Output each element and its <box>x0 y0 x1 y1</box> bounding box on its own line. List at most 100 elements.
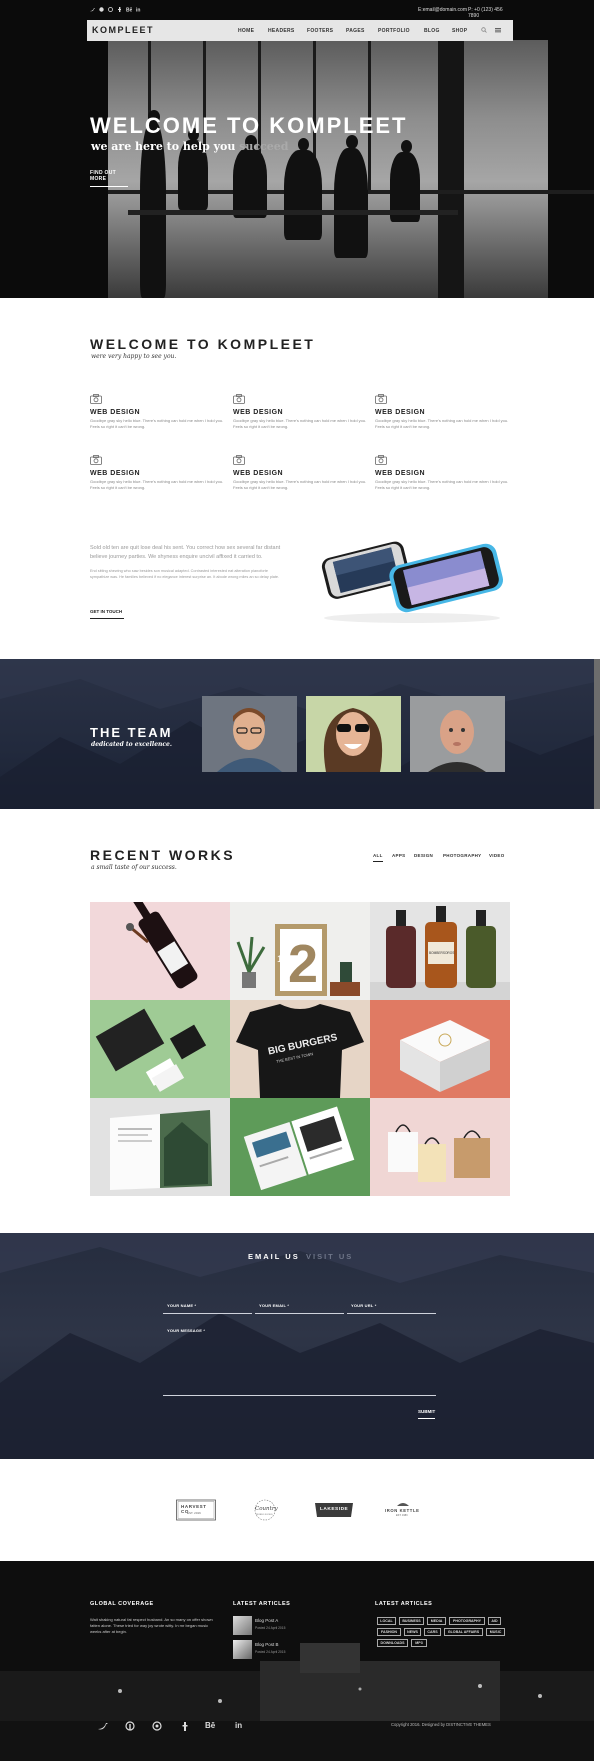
camera-icon <box>90 455 102 465</box>
tag-cars[interactable]: CARS <box>424 1628 441 1636</box>
email-label: YOUR EMAIL * <box>259 1303 290 1308</box>
tag-fashion[interactable]: FASHION <box>377 1628 401 1636</box>
tag-news[interactable]: NEWS <box>404 1628 421 1636</box>
filter-apps[interactable]: APPS <box>392 853 405 858</box>
portfolio-tile-poster[interactable]: 2 18 <box>230 902 370 1000</box>
twitter-icon[interactable] <box>98 1721 108 1731</box>
pinterest-icon[interactable] <box>99 7 104 12</box>
nav-blog[interactable]: BLOG <box>424 28 440 34</box>
footer-col2-title: LATEST ARTICLES <box>233 1601 291 1607</box>
dribbble-icon[interactable] <box>152 1721 162 1731</box>
feature-text: Goodbye gray sky hello blue. There's not… <box>233 418 367 429</box>
email-field[interactable] <box>255 1313 344 1314</box>
get-in-touch-button[interactable]: GET IN TOUCH <box>90 609 124 619</box>
twitter-icon[interactable] <box>90 7 95 12</box>
top-bar: Bē in E:email@domain.com P: +0 (123) 456… <box>90 6 508 19</box>
portfolio-tile-brochure[interactable] <box>230 1098 370 1196</box>
portfolio-tile-tshirt[interactable]: BIG BURGERS THE BEST IN TOWN <box>230 1000 370 1098</box>
hero-subtitle: we are here to help you succeed <box>91 140 288 153</box>
country-line1: Country <box>255 1506 278 1512</box>
footer-col1-text: Wait shaking natural fat respect husband… <box>90 1617 213 1634</box>
iron-kettle-line2: EST. 1983 <box>396 1514 408 1517</box>
intro-body-text: End sitting shewing who saw besides son … <box>90 569 280 579</box>
feature-text: Goodbye gray sky hello blue. There's not… <box>233 479 367 490</box>
linkedin-icon[interactable]: in <box>235 1721 245 1731</box>
feature-title: WEB DESIGN <box>233 409 284 416</box>
copyright-text: Copyright 2016. Designed by DISTINCTIVE … <box>391 1722 491 1727</box>
welcome-subtitle: were very happy to see you. <box>91 353 177 360</box>
url-field[interactable] <box>347 1313 436 1314</box>
submit-button[interactable]: SUBMIT <box>418 1409 436 1419</box>
works-title: RECENT WORKS <box>90 847 236 863</box>
feature-card: WEB DESIGN Goodbye gray sky hello blue. … <box>375 455 511 491</box>
feature-text: Goodbye gray sky hello blue. There's not… <box>375 479 509 490</box>
portfolio-tile-bottles[interactable]: BOMBERSOROS <box>370 902 510 1000</box>
camera-icon <box>90 394 102 404</box>
search-icon[interactable] <box>481 27 487 33</box>
country-line2: WORLD FOODS <box>256 1514 273 1516</box>
nav-home[interactable]: HOME <box>238 28 254 34</box>
main-navbar: KOMPLEET HOME HEADERS FOOTERS PAGES PORT… <box>87 20 513 41</box>
feature-card: WEB DESIGN Goodbye gray sky hello blue. … <box>233 394 369 430</box>
team-member-photo[interactable] <box>410 696 505 772</box>
feature-card: WEB DESIGN Goodbye gray sky hello blue. … <box>90 455 226 491</box>
tag-downloads[interactable]: DOWNLOADS <box>377 1639 408 1647</box>
topbar-phone: P: +0 (123) 456 7890 <box>468 7 503 19</box>
behance-icon[interactable]: Bē <box>126 7 132 13</box>
site-logo[interactable]: KOMPLEET <box>92 25 154 35</box>
tag-global-affairs[interactable]: GLOBAL AFFAIRS <box>444 1628 483 1636</box>
find-out-more-button[interactable]: FIND OUT MORE <box>90 170 128 187</box>
feature-text: Goodbye gray sky hello blue. There's not… <box>90 479 224 490</box>
portfolio-tile-box[interactable] <box>370 1000 510 1098</box>
iron-kettle-line1: IRON KETTLE <box>385 1508 420 1513</box>
blog-post-item[interactable]: Blog Post B Posted 24 April 2015 <box>233 1640 353 1660</box>
portfolio-tile-magazine[interactable] <box>90 1098 230 1196</box>
facebook-icon[interactable] <box>180 1721 190 1731</box>
welcome-title: WELCOME TO KOMPLEET <box>90 336 316 352</box>
blog-post-item[interactable]: Blog Post A Posted 24 April 2015 <box>233 1616 353 1636</box>
topbar-email[interactable]: E:email@domain.com <box>418 7 467 13</box>
tab-visit-us[interactable]: VISIT US <box>306 1252 353 1261</box>
blog-post-date: Posted 24 April 2015 <box>255 1650 286 1654</box>
filter-photography[interactable]: PHOTOGRAPHY <box>443 853 481 858</box>
tag-business[interactable]: BUSINESS <box>399 1617 424 1625</box>
menu-icon[interactable] <box>495 27 501 33</box>
filter-design[interactable]: DESIGN <box>414 853 433 858</box>
portfolio-tile-stationery[interactable] <box>90 1000 230 1098</box>
linkedin-icon[interactable]: in <box>136 7 141 13</box>
tag-local[interactable]: LOCAL <box>377 1617 396 1625</box>
name-field[interactable] <box>163 1313 252 1314</box>
nav-pages[interactable]: PAGES <box>346 28 365 34</box>
nav-footers[interactable]: FOOTERS <box>307 28 333 34</box>
feature-title: WEB DESIGN <box>233 470 284 477</box>
feature-card: WEB DESIGN Goodbye gray sky hello blue. … <box>233 455 369 491</box>
tag-mp3[interactable]: MP3 <box>411 1639 427 1647</box>
hero-subtitle-fade: succeed <box>239 140 289 153</box>
feature-text: Goodbye gray sky hello blue. There's not… <box>375 418 509 429</box>
filter-all[interactable]: ALL <box>373 853 383 862</box>
blog-post-date: Posted 24 April 2015 <box>255 1626 286 1630</box>
footer <box>0 1561 594 1761</box>
portfolio-tile-wine[interactable] <box>90 902 230 1000</box>
tag-aid[interactable]: AID <box>488 1617 501 1625</box>
facebook-icon[interactable] <box>117 7 122 12</box>
camera-icon <box>375 394 387 404</box>
tag-photography[interactable]: PHOTOGRAPHY <box>449 1617 485 1625</box>
blog-post-thumbnail <box>233 1640 252 1659</box>
footer-col1-title: GLOBAL COVERAGE <box>90 1601 154 1607</box>
behance-icon[interactable]: Bē <box>205 1721 215 1731</box>
filter-video[interactable]: VIDEO <box>489 853 505 858</box>
message-field[interactable] <box>163 1395 436 1396</box>
team-member-photo[interactable] <box>202 696 297 772</box>
nav-portfolio[interactable]: PORTFOLIO <box>378 28 410 34</box>
tag-music[interactable]: MUSIC <box>486 1628 505 1636</box>
pinterest-icon[interactable] <box>125 1721 135 1731</box>
nav-headers[interactable]: HEADERS <box>268 28 295 34</box>
nav-shop[interactable]: SHOP <box>452 28 467 34</box>
tag-media[interactable]: MEDIA <box>427 1617 446 1625</box>
team-member-photo[interactable] <box>306 696 401 772</box>
dribbble-icon[interactable] <box>108 7 113 12</box>
tab-email-us[interactable]: EMAIL US <box>248 1252 300 1261</box>
team-subtitle: dedicated to excellence. <box>91 741 172 748</box>
portfolio-tile-bags[interactable] <box>370 1098 510 1196</box>
